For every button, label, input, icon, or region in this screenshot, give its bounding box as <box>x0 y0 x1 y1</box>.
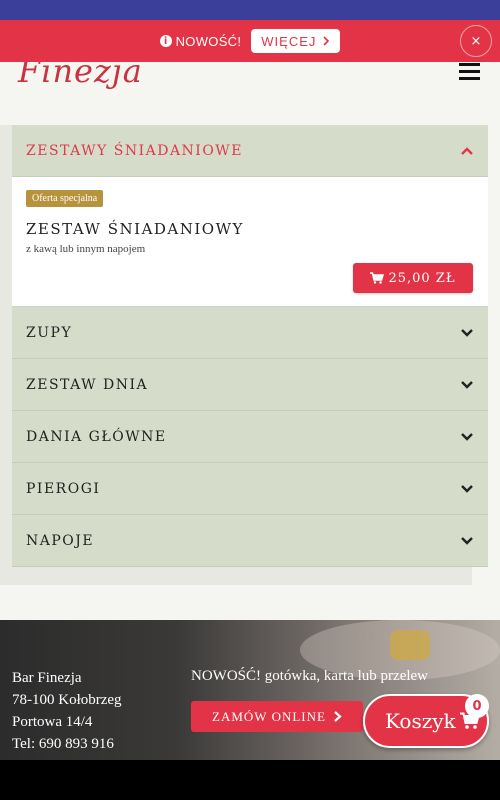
more-button[interactable]: WIĘCEJ <box>251 29 341 53</box>
chevron-right-icon <box>334 711 342 722</box>
status-strip <box>0 0 500 20</box>
business-name: Bar Finezja <box>12 670 82 686</box>
system-nav-bar <box>0 760 500 800</box>
info-icon: i <box>159 35 172 47</box>
chevron-right-icon <box>323 36 330 46</box>
category-label: DANIA GŁÓWNE <box>26 428 167 445</box>
item-description: z kawą lub innym napojem <box>26 243 146 255</box>
category-header-zupy[interactable]: ZUPY <box>12 307 488 359</box>
category-header-dania-glowne[interactable]: DANIA GŁÓWNE <box>12 411 488 463</box>
category-label: NAPOJE <box>26 532 95 549</box>
category-label: PIEROGI <box>26 480 101 497</box>
more-button-label: WIĘCEJ <box>261 33 317 49</box>
chevron-up-icon <box>461 146 473 155</box>
category-header-zestawy[interactable]: ZESTAWY ŚNIADANIOWE <box>12 125 488 177</box>
hamburger-menu-icon[interactable] <box>459 63 480 84</box>
chevron-down-icon <box>461 328 473 337</box>
footer-photo-detail <box>390 630 430 660</box>
chevron-down-icon <box>461 484 473 493</box>
phone[interactable]: Tel: 690 893 916 <box>12 733 122 755</box>
menu-accordion: ZESTAWY ŚNIADANIOWE Oferta specjalna ZES… <box>12 125 488 567</box>
special-offer-badge: Oferta specjalna <box>26 190 104 207</box>
chevron-down-icon <box>461 536 473 545</box>
postal-city: 78-100 Kołobrzeg <box>12 692 122 708</box>
price-label: 25,00 ZŁ <box>388 270 456 286</box>
cart-button[interactable]: Koszyk 0 <box>363 694 489 748</box>
order-online-label: ZAMÓW ONLINE <box>212 708 326 724</box>
footer-address: Bar Finezja 78-100 Kołobrzeg Portowa 14/… <box>12 667 122 755</box>
category-header-pierogi[interactable]: PIEROGI <box>12 463 488 515</box>
category-label: ZESTAW DNIA <box>26 376 149 393</box>
order-online-button[interactable]: ZAMÓW ONLINE <box>191 701 363 732</box>
payment-note: NOWOŚĆ! gotówka, karta lub przelew <box>191 668 429 684</box>
add-to-cart-button[interactable]: 25,00 ZŁ <box>353 263 473 293</box>
chevron-down-icon <box>461 432 473 441</box>
category-header-zestaw-dnia[interactable]: ZESTAW DNIA <box>12 359 488 411</box>
chevron-down-icon <box>461 380 473 389</box>
category-label: ZESTAWY ŚNIADANIOWE <box>26 142 243 159</box>
cart-icon <box>370 272 385 284</box>
cart-count-badge: 0 <box>465 694 489 718</box>
cart-label: Koszyk <box>385 709 456 733</box>
notice-bar: i NOWOŚĆ! WIĘCEJ × <box>0 20 500 62</box>
category-header-napoje[interactable]: NAPOJE <box>12 515 488 567</box>
item-name: ZESTAW ŚNIADANIOWY <box>26 220 244 238</box>
street: Portowa 14/4 <box>12 714 93 730</box>
notice-text: NOWOŚĆ! <box>175 33 242 49</box>
close-icon: × <box>470 33 482 49</box>
close-notice-button[interactable]: × <box>460 25 492 57</box>
category-label: ZUPY <box>26 324 73 341</box>
